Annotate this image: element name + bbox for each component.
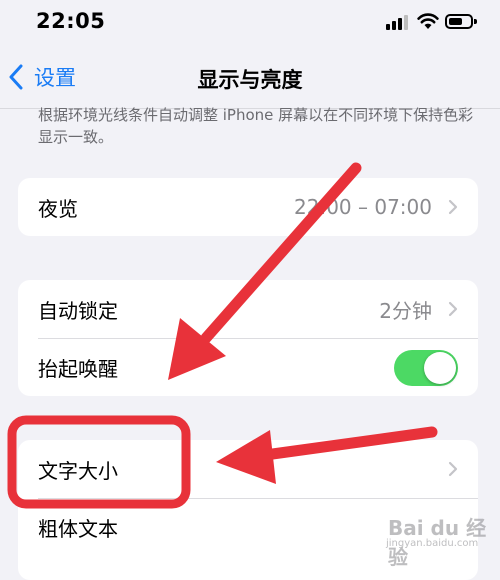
raise-to-wake-label: 抬起唤醒 — [38, 356, 118, 381]
battery-icon — [445, 14, 473, 29]
lock-settings-group: 自动锁定 2分钟 抬起唤醒 — [18, 280, 478, 396]
night-shift-schedule: 22:00 – 07:00 — [294, 195, 432, 219]
bold-text-label: 粗体文本 — [38, 516, 118, 541]
navigation-bar: 设置 显示与亮度 — [0, 46, 500, 109]
true-tone-description: 根据环境光线条件自动调整 iPhone 屏幕以在不同环境下保持色彩显示一致。 — [38, 106, 474, 146]
watermark-url: jingyan.baidu.com — [386, 538, 479, 549]
page-title: 显示与亮度 — [197, 68, 303, 92]
signal-icon — [386, 14, 410, 30]
night-shift-label: 夜览 — [38, 196, 78, 221]
chevron-right-icon — [448, 199, 458, 215]
chevron-right-icon — [448, 301, 458, 317]
status-bar: 22:05 — [0, 0, 500, 46]
text-size-label: 文字大小 — [38, 458, 118, 483]
raise-to-wake-toggle[interactable] — [394, 350, 458, 386]
auto-lock-row[interactable]: 自动锁定 2分钟 — [18, 280, 478, 338]
wifi-icon — [417, 13, 439, 29]
battery-nub — [474, 19, 477, 24]
text-size-row[interactable]: 文字大小 — [18, 440, 478, 498]
toggle-knob — [424, 352, 456, 384]
status-time: 22:05 — [36, 9, 106, 33]
chevron-right-icon — [448, 461, 458, 477]
auto-lock-value: 2分钟 — [379, 298, 432, 323]
raise-to-wake-row: 抬起唤醒 — [18, 338, 478, 396]
auto-lock-label: 自动锁定 — [38, 298, 118, 323]
night-shift-row[interactable]: 夜览 22:00 – 07:00 — [18, 178, 478, 236]
night-shift-group: 夜览 22:00 – 07:00 — [18, 178, 478, 236]
baidu-watermark-logo: Bai du 经验 jingyan.baidu.com — [384, 504, 494, 569]
